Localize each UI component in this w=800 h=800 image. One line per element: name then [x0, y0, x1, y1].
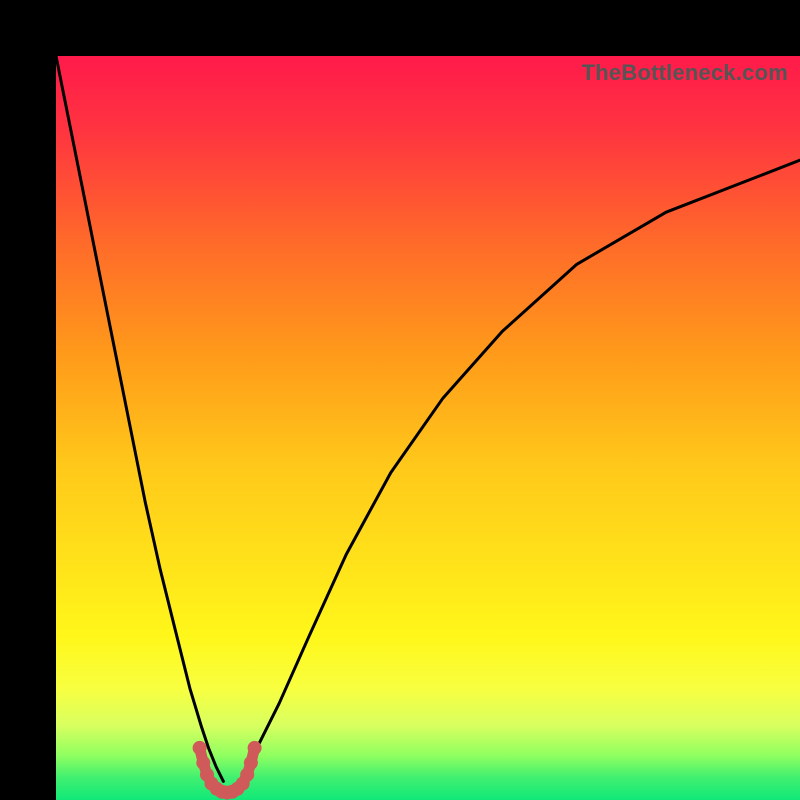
threshold-dots [193, 741, 207, 755]
chart-frame: TheBottleneck.com [0, 0, 800, 800]
chart-svg [56, 56, 800, 800]
threshold-dots [240, 768, 254, 782]
plot-area: TheBottleneck.com [56, 56, 800, 800]
threshold-dots [244, 756, 258, 770]
watermark-label: TheBottleneck.com [582, 60, 788, 86]
threshold-dots [196, 756, 210, 770]
threshold-dots [248, 741, 262, 755]
gradient-background [56, 56, 800, 800]
